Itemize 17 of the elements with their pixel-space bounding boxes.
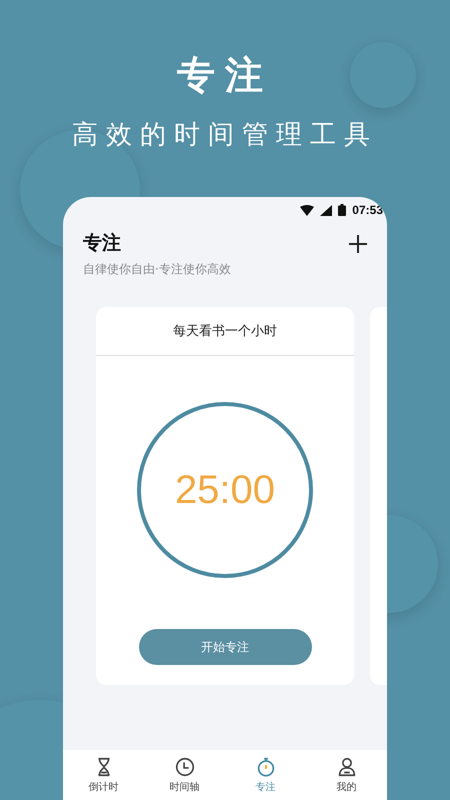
- tab-item[interactable]: 时间轴: [144, 750, 225, 800]
- card-title: 每天看书一个小时: [96, 307, 354, 356]
- add-button[interactable]: [347, 233, 369, 255]
- start-button[interactable]: 开始专注: [138, 629, 312, 665]
- signal-icon: [320, 204, 332, 216]
- tab-item[interactable]: 我的: [306, 750, 387, 800]
- wifi-icon: [300, 204, 314, 216]
- status-time: 07:53: [352, 203, 383, 217]
- tab-item[interactable]: 倒计时: [63, 750, 144, 800]
- battery-icon: [338, 204, 346, 216]
- clock-icon: [174, 756, 196, 778]
- promo-headline: 专注: [177, 52, 273, 98]
- promo-tagline: 高效的时间管理工具: [72, 119, 378, 152]
- timer-readout: 25:00: [174, 468, 276, 512]
- page-title: 专注: [83, 231, 122, 255]
- page-subtitle: 自律使你自由·专注使你高效: [83, 261, 231, 278]
- tab-item[interactable]: 专注: [225, 750, 306, 800]
